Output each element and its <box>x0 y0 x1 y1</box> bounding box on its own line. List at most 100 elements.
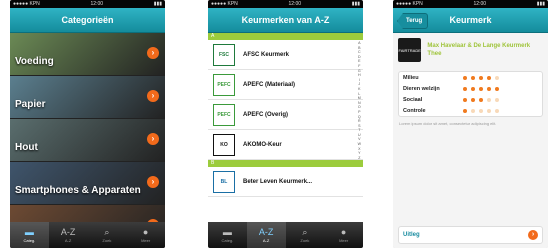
keurmerk-logo: BL <box>213 170 235 193</box>
index-letter[interactable]: Z <box>358 156 361 161</box>
ratings-panel: Milieu Dieren welzijn Sociaal Controle <box>398 71 543 117</box>
section-header: A <box>208 33 363 40</box>
tab-icon: A-Z <box>258 227 274 237</box>
keurmerk-logo: FSC <box>213 43 235 66</box>
rating-dot <box>463 75 467 80</box>
tab-categ[interactable]: ▬ Categ. <box>208 222 247 248</box>
clock: 12:00 <box>473 1 487 7</box>
rating-dot <box>471 86 475 91</box>
rating-dot <box>495 75 499 80</box>
chevron-right-icon: › <box>147 47 159 59</box>
category-item[interactable]: Voeding › <box>10 33 165 76</box>
page-title: Keurmerk <box>449 15 492 25</box>
tab-categ[interactable]: ▬ Categ. <box>10 222 49 248</box>
clock: 12:00 <box>288 1 302 7</box>
tab-label: A-Z <box>64 238 72 243</box>
nav-bar: Keurmerken van A-Z <box>208 8 363 33</box>
uitleg-row[interactable]: Uitleg › <box>398 226 543 244</box>
keurmerk-list[interactable]: A FSC AFSC Keurmerk PEFC APEFC (Materiaal) PE… <box>208 33 363 223</box>
rating-row: Milieu <box>399 72 542 83</box>
page-title: Keurmerken van A-Z <box>241 15 330 25</box>
list-item[interactable]: FSC AFSC Keurmerk <box>208 40 363 70</box>
carrier: ●●●●● KPN <box>13 1 40 7</box>
tab-zoek[interactable]: ⌕ Zoek <box>286 222 325 248</box>
category-label: Voeding <box>15 56 54 67</box>
rating-label: Controle <box>403 107 426 114</box>
rating-dot <box>487 97 491 102</box>
category-label: Hout <box>15 142 38 153</box>
page-title: Categorieën <box>61 15 114 25</box>
rating-dot <box>495 86 499 91</box>
category-item[interactable]: Smartphones & Apparaten › <box>10 162 165 205</box>
rating-dot <box>479 97 483 102</box>
carrier: ●●●●● KPN <box>211 1 238 7</box>
tab-label: A-Z <box>262 238 270 243</box>
tab-icon: ⌕ <box>302 227 308 237</box>
alphabet-index[interactable]: ABCDEFGHIJKLMNOPQRSTUVWXYZ <box>358 41 361 160</box>
rating-dots <box>463 86 499 91</box>
list-item-label: Beter Leven Keurmerk... <box>243 178 313 185</box>
uitleg-label: Uitleg <box>403 232 420 238</box>
rating-dot <box>487 75 491 80</box>
rating-dot <box>463 97 467 102</box>
chevron-right-icon: › <box>528 230 538 240</box>
status-bar: ●●●●● KPN 12:00 ▮▮▮ <box>10 0 165 8</box>
tab-icon: A-Z <box>60 227 76 237</box>
phone-categories: ●●●●● KPN 12:00 ▮▮▮ Categorieën Voeding ›… <box>10 0 165 248</box>
tab-label: Meer <box>339 238 349 243</box>
rating-dot <box>471 97 475 102</box>
rating-dot <box>463 86 467 91</box>
phone-detail: ●●●●● KPN 12:00 ▮▮▮ Terug Keurmerk FAIRT… <box>393 0 548 248</box>
rating-row: Dieren welzijn <box>399 83 542 94</box>
tab-label: Categ. <box>23 238 36 243</box>
category-item[interactable]: Hout › <box>10 119 165 162</box>
tab-icon: ● <box>142 227 149 237</box>
tab-az[interactable]: A-Z A-Z <box>246 222 286 248</box>
tab-icon: ▬ <box>222 227 232 237</box>
tab-meer[interactable]: ● Meer <box>126 222 165 248</box>
carrier: ●●●●● KPN <box>396 1 423 7</box>
nav-bar: Terug Keurmerk <box>393 8 548 33</box>
keurmerk-logo: PEFC <box>213 73 235 96</box>
tab-icon: ● <box>340 227 347 237</box>
rating-dot <box>479 75 483 80</box>
tab-meer[interactable]: ● Meer <box>324 222 363 248</box>
rating-row: Controle <box>399 105 542 116</box>
fairtrade-logo: FAIRTRADE <box>398 38 422 62</box>
rating-dot <box>479 86 483 91</box>
list-item[interactable]: KO AKOMO-Keur <box>208 130 363 160</box>
rating-label: Milieu <box>403 74 419 81</box>
tab-bar: ▬ Categ. A-Z A-Z ⌕ Zoek ● Meer <box>10 222 165 248</box>
tab-icon: ▬ <box>24 227 34 237</box>
status-bar: ●●●●● KPN 12:00 ▮▮▮ <box>393 0 548 8</box>
list-item-label: APEFC (Overig) <box>243 111 289 118</box>
tab-label: Categ. <box>221 238 234 243</box>
rating-dot <box>479 108 483 113</box>
detail-view: FAIRTRADE Max Havelaar & De Lange Keurme… <box>393 33 548 248</box>
rating-dot <box>471 108 475 113</box>
tab-bar: ▬ Categ. A-Z A-Z ⌕ Zoek ● Meer <box>208 222 363 248</box>
rating-dot <box>471 75 475 80</box>
chevron-right-icon: › <box>147 90 159 102</box>
battery-icon: ▮▮▮ <box>536 1 545 7</box>
phone-a-z: ●●●●● KPN 12:00 ▮▮▮ Keurmerken van A-Z A… <box>208 0 363 248</box>
keurmerk-logo: KO <box>213 133 235 156</box>
section-header: B <box>208 160 363 167</box>
list-item-label: AKOMO-Keur <box>243 141 282 148</box>
list-item[interactable]: PEFC APEFC (Materiaal) <box>208 70 363 100</box>
rating-dot <box>487 86 491 91</box>
category-label: Papier <box>15 99 46 110</box>
keurmerk-title: Max Havelaar & De Lange Keurmerk Thee <box>427 43 531 57</box>
rating-dots <box>463 108 499 113</box>
tab-zoek[interactable]: ⌕ Zoek <box>88 222 127 248</box>
rating-label: Dieren welzijn <box>403 85 440 92</box>
rating-dot <box>463 108 467 113</box>
battery-icon: ▮▮▮ <box>351 1 360 7</box>
clock: 12:00 <box>90 1 104 7</box>
tab-az[interactable]: A-Z A-Z <box>49 222 88 248</box>
back-button[interactable]: Terug <box>397 13 429 29</box>
list-item[interactable]: BL Beter Leven Keurmerk... <box>208 167 363 197</box>
list-item[interactable]: PEFC APEFC (Overig) <box>208 100 363 130</box>
category-item[interactable]: Papier › <box>10 76 165 119</box>
category-label: Smartphones & Apparaten <box>15 185 141 196</box>
